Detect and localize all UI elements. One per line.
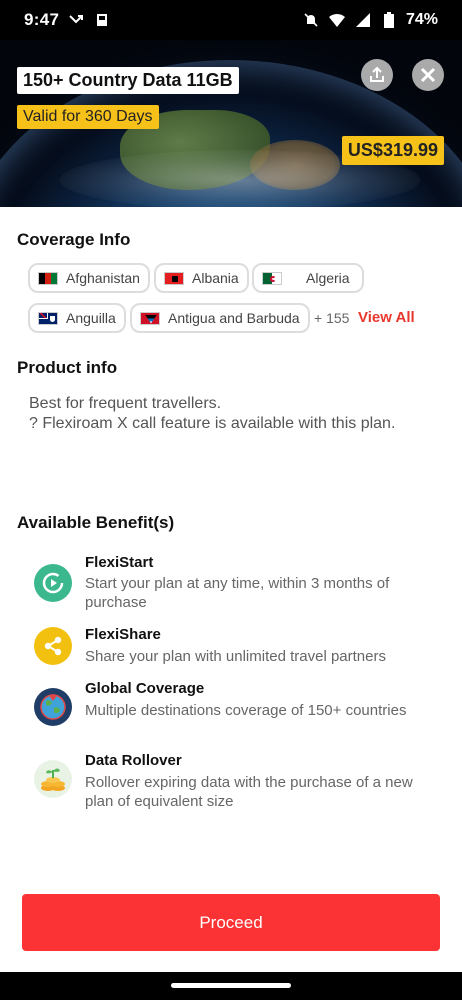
benefit-title: FlexiStart (85, 554, 154, 571)
data-rollover-icon (34, 760, 72, 798)
product-line-2: ? Flexiroam X call feature is available … (29, 415, 396, 432)
status-bar: 9:47 74% (0, 0, 462, 40)
country-chip-albania[interactable]: Albania (154, 263, 249, 293)
wifi-icon (328, 11, 346, 29)
view-all-link[interactable]: View All (358, 309, 415, 326)
country-name: Antigua and Barbuda (168, 310, 300, 326)
country-name: Anguilla (66, 310, 116, 326)
coverage-heading: Coverage Info (17, 230, 131, 249)
plan-validity-badge: Valid for 360 Days (17, 105, 159, 129)
product-line-1: Best for frequent travellers. (29, 395, 222, 412)
country-name: Algeria (306, 270, 350, 286)
benefit-desc: Start your plan at any time, within 3 mo… (85, 575, 390, 611)
benefits-heading: Available Benefit(s) (17, 513, 175, 532)
antigua-flag-icon (140, 311, 160, 325)
afghanistan-flag-icon (38, 271, 58, 285)
country-chip-afghanistan[interactable]: Afghanistan (28, 263, 150, 293)
benefit-desc: Share your plan with unlimited travel pa… (85, 648, 386, 665)
anguilla-flag-icon (38, 311, 58, 325)
plan-hero-banner: 150+ Country Data 11GB Valid for 360 Day… (0, 40, 462, 207)
close-icon (420, 67, 436, 83)
plan-price-badge: US$319.99 (341, 136, 444, 165)
battery-percent: 74% (405, 11, 438, 28)
proceed-button[interactable]: Proceed (22, 894, 440, 951)
country-chip-algeria[interactable]: Algeria (252, 263, 364, 293)
missed-call-icon (67, 11, 85, 29)
product-info-heading: Product info (17, 358, 118, 377)
product-description: Best for frequent travellers. ? Flexiroa… (29, 394, 395, 434)
share-icon (370, 66, 384, 82)
signal-icon (354, 11, 372, 29)
status-time: 9:47 (24, 10, 60, 29)
mute-icon (302, 11, 320, 29)
benefit-desc: Multiple destinations coverage of 150+ c… (85, 702, 407, 719)
country-chip-anguilla[interactable]: Anguilla (28, 303, 126, 333)
home-handle[interactable] (171, 983, 291, 988)
algeria-flag-icon (262, 271, 282, 285)
more-countries-count: + 155 (314, 310, 350, 326)
system-nav-bar (0, 972, 462, 1000)
plan-title: 150+ Country Data 11GB (17, 67, 239, 94)
battery-icon (380, 11, 398, 29)
flexistart-icon (34, 564, 72, 602)
country-chip-antigua-and-barbuda[interactable]: Antigua and Barbuda (130, 303, 310, 333)
notification-icon (93, 11, 111, 29)
share-button[interactable] (361, 59, 393, 91)
benefit-title: FlexiShare (85, 626, 161, 643)
close-button[interactable] (412, 59, 444, 91)
flexishare-icon (34, 627, 72, 665)
global-coverage-icon (34, 688, 72, 726)
benefit-desc: Rollover expiring data with the purchase… (85, 774, 413, 810)
albania-flag-icon (164, 271, 184, 285)
benefit-title: Data Rollover (85, 752, 182, 769)
country-name: Afghanistan (66, 270, 140, 286)
benefit-title: Global Coverage (85, 680, 205, 697)
country-name: Albania (192, 270, 239, 286)
